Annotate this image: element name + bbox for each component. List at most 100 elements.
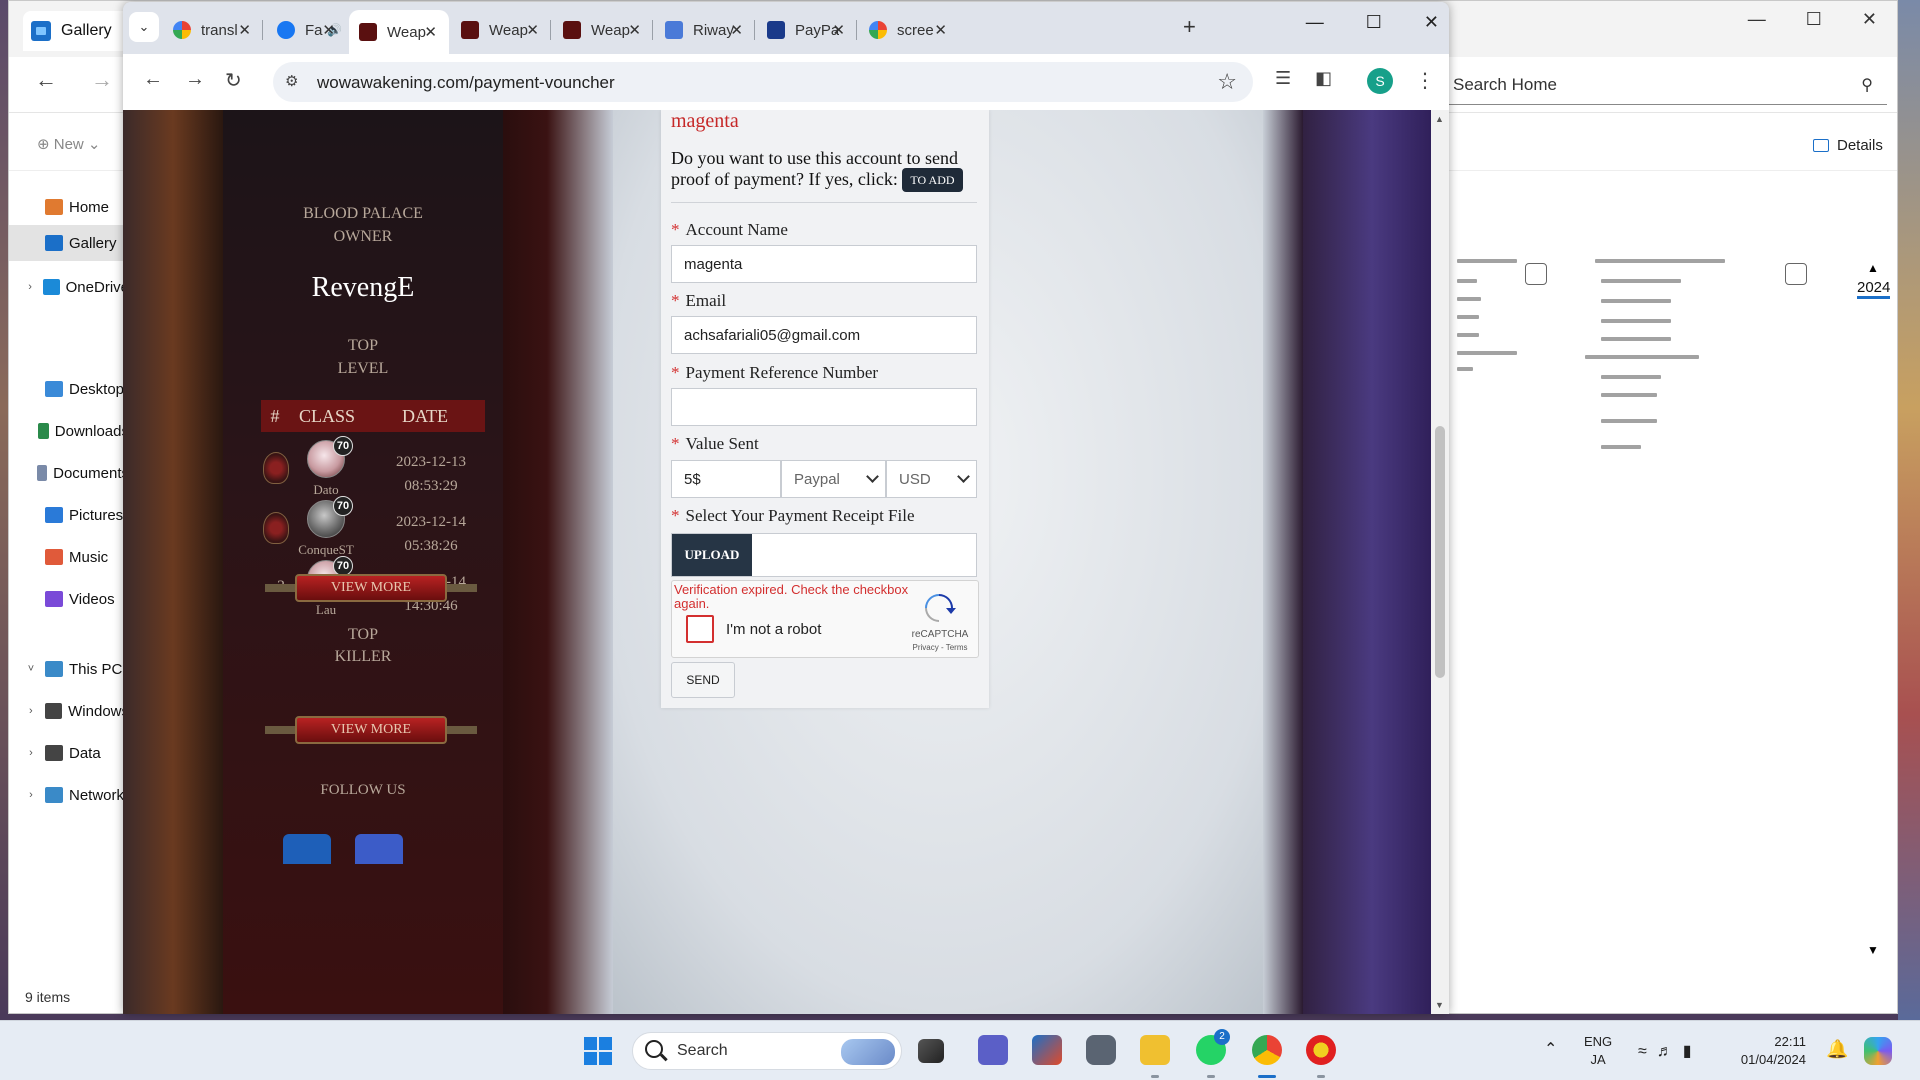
view-more-top-killer-button[interactable]: VIEW MORE [265, 712, 477, 748]
close-tab-icon[interactable]: ✕ [424, 23, 437, 41]
close-tab-icon[interactable]: ✕ [322, 21, 335, 39]
profile-avatar[interactable]: S [1367, 68, 1393, 94]
browser-tab[interactable]: Fa 🔊 ✕ [267, 10, 347, 50]
file-explorer-icon[interactable] [1140, 1035, 1170, 1065]
send-button[interactable]: SEND [671, 662, 735, 698]
explorer-search-input[interactable]: Search Home ⚲ [1447, 65, 1887, 105]
page-scrollbar[interactable]: ▲ ▼ [1431, 110, 1449, 1014]
browser-tab[interactable]: Weap ✕ [451, 10, 551, 50]
sidebar-item-gallery[interactable]: Gallery [9, 225, 129, 261]
value-sent-amount-input[interactable]: 5$ [671, 460, 781, 498]
camera-icon[interactable] [1086, 1035, 1116, 1065]
maximize-icon[interactable]: ☐ [1806, 9, 1822, 30]
scroll-up-icon[interactable]: ▲ [1435, 114, 1444, 124]
scroll-down-icon[interactable]: ▼ [1435, 1000, 1444, 1010]
sidebar-item-pc[interactable]: ˅ This PC [9, 651, 129, 687]
teams-icon[interactable] [978, 1035, 1008, 1065]
payment-reference-input[interactable] [671, 388, 977, 426]
sidebar-item-onedrive[interactable]: › OneDrive [9, 269, 129, 305]
chevron-right-icon[interactable]: › [21, 747, 41, 759]
close-icon[interactable]: ✕ [1862, 9, 1877, 30]
to-add-button[interactable]: TO ADD [902, 168, 963, 192]
scrollbar-thumb[interactable] [1435, 426, 1445, 678]
forward-arrow-icon[interactable]: → [91, 67, 113, 93]
media-control-icon[interactable]: ☰ [1275, 68, 1291, 89]
system-tray-icons[interactable]: ≈♬▮ [1638, 1041, 1702, 1061]
chevron-up-icon[interactable]: ⌃ [1544, 1039, 1557, 1059]
back-arrow-icon[interactable]: ← [143, 68, 163, 91]
new-tab-button[interactable]: + [1183, 14, 1196, 40]
currency-select[interactable]: USD [886, 460, 977, 498]
browser-tab[interactable]: PayPa ✕ [757, 10, 857, 50]
timeline-year[interactable]: 2024 [1857, 279, 1891, 299]
taskbar-clock[interactable]: 22:11 01/04/2024 [1736, 1033, 1806, 1069]
discord-icon[interactable] [355, 834, 403, 864]
menu-kebab-icon[interactable]: ⋮ [1415, 68, 1435, 93]
browser-tab[interactable]: Weap ✕ [553, 10, 653, 50]
copilot-icon[interactable] [1864, 1037, 1892, 1065]
browser-tab[interactable]: scree ✕ [859, 10, 959, 50]
scroll-up-icon[interactable]: ▲ [1867, 261, 1879, 275]
recaptcha-checkbox[interactable] [686, 615, 714, 643]
sidebar-item-network[interactable]: › Network [9, 777, 129, 813]
sidebar-item-download[interactable]: Downloads [9, 413, 129, 449]
url-text[interactable]: wowawakening.com/payment-vouncher [317, 73, 615, 93]
browser-tab[interactable]: Weap ✕ [349, 10, 449, 54]
chrome-icon[interactable] [1252, 1035, 1282, 1065]
close-icon[interactable]: ✕ [1424, 12, 1439, 33]
wifi-icon[interactable]: ≈ [1638, 1043, 1657, 1060]
microsoft-store-icon[interactable] [1032, 1035, 1062, 1065]
new-button[interactable]: ⊕ New ⌄ [37, 135, 101, 153]
sidebar-item-pictures[interactable]: Pictures [9, 497, 129, 533]
address-bar[interactable]: ⚙ wowawakening.com/payment-vouncher ☆ [273, 62, 1253, 102]
tab-search-button[interactable]: ⌄ [129, 12, 159, 42]
receipt-file-input[interactable]: UPLOAD [671, 533, 977, 577]
details-button[interactable]: Details [1813, 137, 1883, 154]
battery-icon[interactable]: ▮ [1683, 1043, 1702, 1060]
view-more-top-level-button[interactable]: VIEW MORE [265, 570, 477, 606]
close-tab-icon[interactable]: ✕ [934, 21, 947, 39]
scroll-down-icon[interactable]: ▼ [1867, 943, 1879, 957]
sidebar-item-documents[interactable]: Documents [9, 455, 129, 491]
close-tab-icon[interactable]: ✕ [730, 21, 743, 39]
close-tab-icon[interactable]: ✕ [238, 21, 251, 39]
notification-bell-icon[interactable]: 🔔 [1826, 1039, 1848, 1060]
back-arrow-icon[interactable]: ← [35, 67, 57, 93]
sidebar-item-home[interactable]: Home [9, 189, 129, 225]
minimize-icon[interactable]: — [1306, 12, 1324, 33]
minimize-icon[interactable]: — [1748, 9, 1766, 30]
browser-tab[interactable]: Riway ✕ [655, 10, 755, 50]
forward-arrow-icon[interactable]: → [185, 68, 205, 91]
task-view-icon[interactable] [918, 1039, 944, 1063]
input-language-indicator[interactable]: ENG JA [1584, 1033, 1612, 1069]
game-launcher-icon[interactable] [1306, 1035, 1336, 1065]
reload-icon[interactable]: ↻ [225, 68, 242, 93]
sidebar-item-drive[interactable]: › Data [9, 735, 129, 771]
explorer-tab-gallery[interactable]: Gallery [23, 11, 133, 51]
volume-icon[interactable]: ♬ [1657, 1043, 1683, 1060]
chevron-right-icon[interactable]: › [21, 789, 41, 801]
upload-button[interactable]: UPLOAD [672, 534, 752, 576]
chevron-right-icon[interactable]: › [21, 705, 41, 717]
taskbar-search-box[interactable]: Search [632, 1032, 902, 1070]
sidebar-item-music[interactable]: Music [9, 539, 129, 575]
item-checkbox[interactable] [1785, 263, 1807, 285]
chevron-down-icon[interactable]: ˅ [21, 663, 41, 675]
chevron-right-icon[interactable]: › [21, 281, 39, 293]
item-checkbox[interactable] [1525, 263, 1547, 285]
maximize-icon[interactable]: ☐ [1366, 12, 1382, 33]
sidebar-item-drive[interactable]: › Windows [9, 693, 129, 729]
sidebar-item-videos[interactable]: Videos [9, 581, 129, 617]
browser-tab[interactable]: transl ✕ [163, 10, 263, 50]
account-name-input[interactable]: magenta [671, 245, 977, 283]
payment-method-select[interactable]: Paypal [781, 460, 886, 498]
side-panel-icon[interactable]: ◧ [1315, 68, 1332, 89]
close-tab-icon[interactable]: ✕ [832, 21, 845, 39]
recaptcha-privacy-terms-link[interactable]: Privacy - Terms [908, 643, 972, 652]
close-tab-icon[interactable]: ✕ [526, 21, 539, 39]
site-info-icon[interactable]: ⚙ [285, 72, 298, 90]
facebook-icon[interactable] [283, 834, 331, 864]
sidebar-item-desktop[interactable]: Desktop [9, 371, 129, 407]
email-input[interactable]: achsafariali05@gmail.com [671, 316, 977, 354]
bookmark-star-icon[interactable]: ☆ [1217, 69, 1237, 95]
